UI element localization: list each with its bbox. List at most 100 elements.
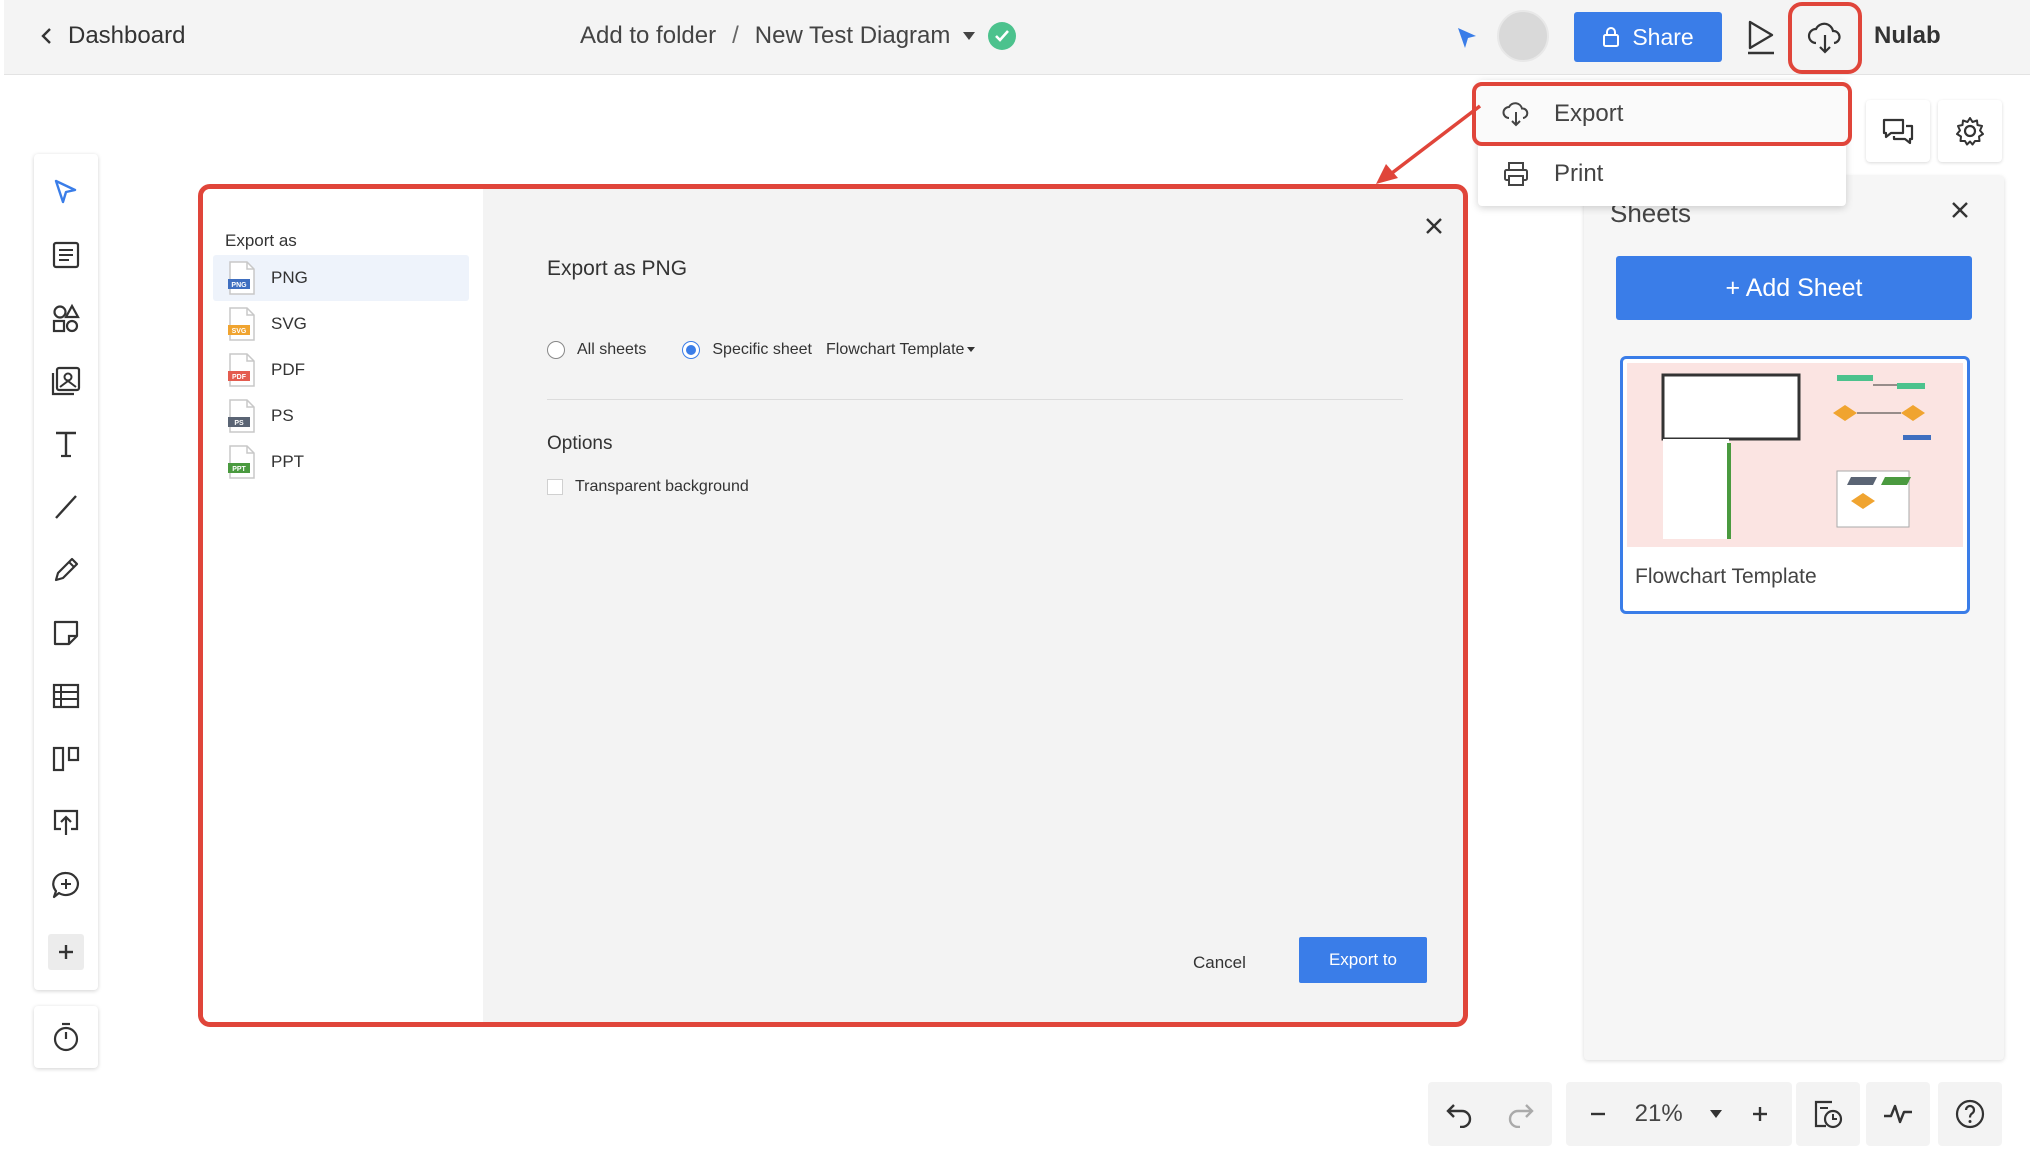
pen-tool[interactable]: [34, 542, 98, 598]
sheet-scope-options: All sheets Specific sheet Flowchart Temp…: [547, 341, 976, 359]
gear-icon: [1954, 115, 1986, 147]
sticky-note-icon: [51, 618, 81, 648]
caret-down-icon[interactable]: [962, 31, 976, 41]
select-tool[interactable]: [34, 164, 98, 220]
close-icon[interactable]: [1948, 198, 1972, 222]
help-button[interactable]: [1938, 1082, 2002, 1146]
history-icon: [1812, 1098, 1844, 1130]
diagram-title[interactable]: New Test Diagram: [755, 22, 951, 50]
left-toolbar: [34, 154, 98, 990]
zoom-in-icon[interactable]: [1750, 1104, 1770, 1124]
template-tool[interactable]: [34, 227, 98, 283]
sheets-panel: Sheets + Add Sheet Flowchart Template: [1584, 176, 2004, 1060]
cloud-download-icon: [1502, 101, 1530, 127]
svg-text:PS: PS: [234, 420, 244, 427]
format-label: PDF: [271, 360, 305, 379]
comment-add-icon: [51, 870, 81, 900]
top-bar: Dashboard Add to folder / New Test Diagr…: [4, 0, 2030, 75]
radio-specific-sheet[interactable]: [682, 341, 701, 359]
help-icon: [1954, 1098, 1986, 1130]
pencil-icon: [51, 555, 81, 585]
format-option-png[interactable]: PNG PNG: [213, 255, 469, 301]
back-to-dashboard-link[interactable]: Dashboard: [40, 22, 185, 50]
shapes-tool[interactable]: [34, 290, 98, 346]
export-as-label: Export as: [225, 231, 297, 250]
divider: [547, 399, 1403, 400]
text-icon: [52, 429, 80, 459]
image-library-icon: [50, 365, 82, 397]
caret-down-icon[interactable]: [1709, 1109, 1723, 1119]
sheet-name: Flowchart Template: [1635, 565, 1817, 588]
sticky-note-tool[interactable]: [34, 605, 98, 661]
line-icon: [52, 493, 80, 521]
shapes-icon: [51, 303, 81, 333]
share-button[interactable]: Share: [1574, 12, 1722, 62]
undo-icon[interactable]: [1444, 1100, 1474, 1128]
breadcrumb: Add to folder / New Test Diagram: [580, 22, 1017, 50]
options-heading: Options: [547, 433, 613, 454]
timer-button[interactable]: [34, 1006, 98, 1068]
chat-icon: [1881, 116, 1915, 146]
format-option-svg[interactable]: SVG SVG: [213, 301, 469, 347]
sheet-select[interactable]: Flowchart Template: [826, 341, 976, 359]
line-tool[interactable]: [34, 479, 98, 535]
caret-down-icon: [966, 346, 976, 354]
export-label: Export: [1554, 100, 1624, 127]
activity-button[interactable]: [1866, 1082, 1930, 1146]
annotation-arrow: [1376, 104, 1482, 184]
kanban-tool[interactable]: [34, 731, 98, 787]
format-label: PNG: [271, 268, 308, 287]
avatar[interactable]: [1497, 10, 1549, 62]
history-button[interactable]: [1796, 1082, 1860, 1146]
transparent-background-option: Transparent background: [547, 478, 749, 496]
chat-button[interactable]: [1866, 100, 1930, 162]
zoom-control: 21%: [1566, 1082, 1792, 1146]
add-sheet-button[interactable]: + Add Sheet: [1616, 256, 1972, 320]
export-menu-button[interactable]: [1788, 2, 1862, 74]
close-icon[interactable]: [1423, 215, 1445, 237]
table-tool[interactable]: [34, 668, 98, 724]
saved-check-icon: [988, 22, 1017, 50]
ps-file-icon: PS: [227, 399, 257, 433]
transparent-background-checkbox[interactable]: [547, 479, 563, 495]
export-dropdown-menu: Export Print: [1472, 80, 1852, 206]
breadcrumb-separator: /: [732, 22, 739, 49]
settings-button[interactable]: [1938, 100, 2002, 162]
format-label: PPT: [271, 452, 305, 471]
text-tool[interactable]: [34, 416, 98, 472]
image-tool[interactable]: [34, 353, 98, 409]
upload-tool[interactable]: [34, 794, 98, 850]
sheet-thumbnail: [1627, 363, 1963, 547]
format-option-ps[interactable]: PS PS: [213, 393, 469, 439]
brand-name: Nulab: [1874, 22, 1941, 49]
zoom-out-icon[interactable]: [1588, 1104, 1608, 1124]
menu-item-print[interactable]: Print: [1502, 152, 1603, 196]
export-to-button[interactable]: Export to: [1299, 937, 1427, 983]
add-to-folder-link[interactable]: Add to folder: [580, 22, 716, 50]
format-option-ppt[interactable]: PPT PPT: [213, 439, 469, 485]
cloud-download-icon: [1807, 21, 1843, 55]
format-label: SVG: [271, 314, 307, 333]
format-option-pdf[interactable]: PDF PDF: [213, 347, 469, 393]
present-icon[interactable]: [1744, 18, 1778, 56]
more-tools-button[interactable]: [34, 924, 98, 980]
sheet-card[interactable]: Flowchart Template: [1620, 356, 1970, 614]
redo-icon[interactable]: [1506, 1100, 1536, 1128]
menu-item-export[interactable]: Export: [1472, 82, 1852, 146]
svg-text:PNG: PNG: [231, 282, 247, 289]
pdf-file-icon: PDF: [227, 353, 257, 387]
cancel-button[interactable]: Cancel: [1193, 953, 1246, 973]
upload-icon: [51, 807, 81, 837]
radio-all-sheets[interactable]: [547, 341, 565, 359]
chevron-left-icon: [40, 26, 54, 46]
format-sidebar: Export as PNG PNG SVG SVG PDF PDF PS PS PPT PPT: [203, 189, 483, 1022]
comment-tool[interactable]: [34, 857, 98, 913]
transparent-background-label: Transparent background: [575, 478, 749, 495]
zoom-level[interactable]: 21%: [1635, 1100, 1683, 1128]
dialog-title: Export as PNG: [547, 257, 688, 280]
print-label: Print: [1554, 160, 1604, 187]
png-file-icon: PNG: [227, 261, 257, 295]
pointer-icon: [53, 178, 79, 206]
cursor-icon[interactable]: [1456, 26, 1478, 50]
plus-icon: [48, 934, 84, 970]
